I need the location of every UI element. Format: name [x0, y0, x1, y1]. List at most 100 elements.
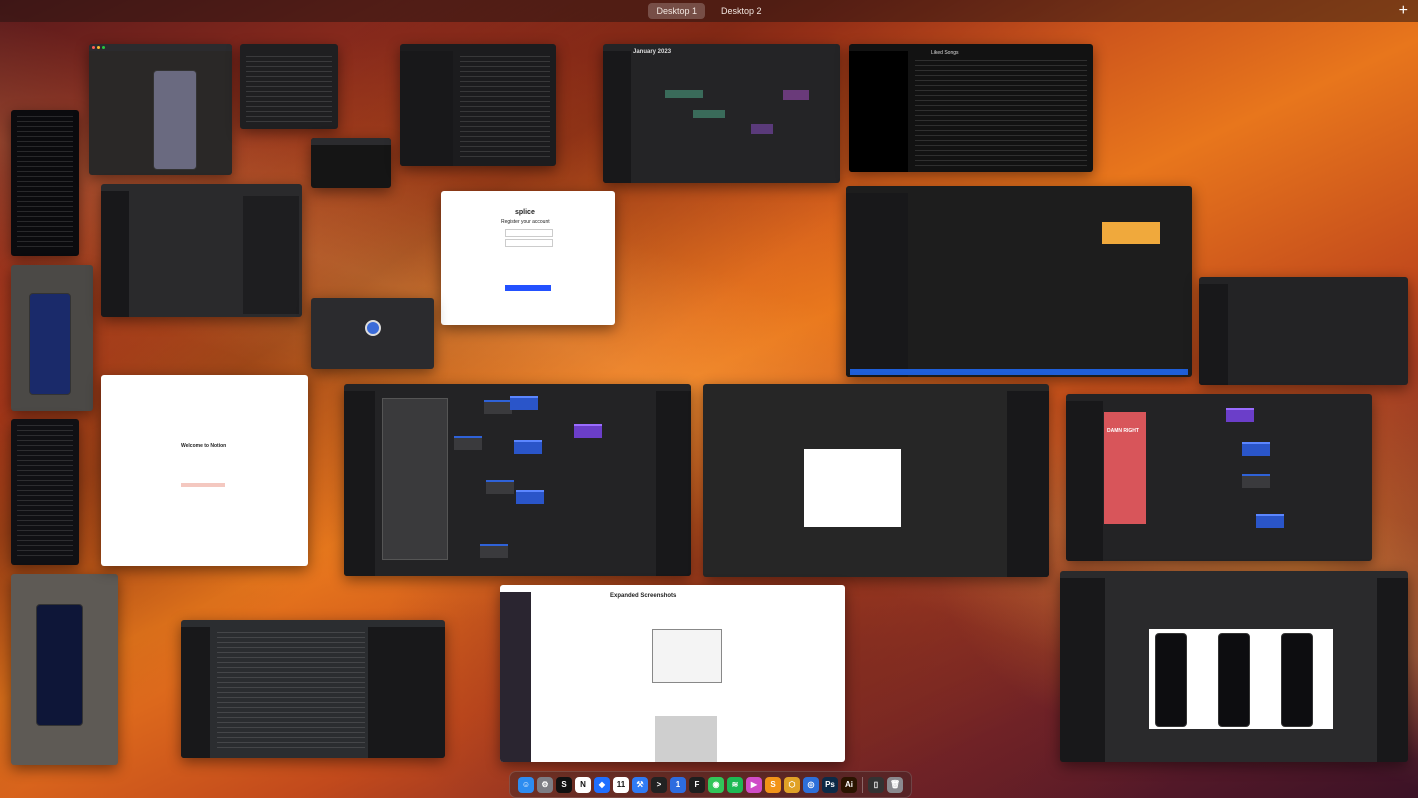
- notion-continue-button[interactable]: [181, 483, 225, 487]
- figma-layers[interactable]: [344, 391, 376, 576]
- screen-mock: [1218, 633, 1250, 727]
- window-quicklook-image[interactable]: [89, 44, 232, 175]
- code-content: [217, 632, 365, 752]
- share-panel: [243, 196, 299, 314]
- space-desktop-2[interactable]: Desktop 2: [713, 3, 770, 19]
- window-figma-design[interactable]: DAMN RIGHT: [1066, 394, 1372, 561]
- splice-email-input[interactable]: [505, 229, 553, 237]
- splice-password-input[interactable]: [505, 239, 553, 247]
- window-photoshop[interactable]: [703, 384, 1049, 577]
- window-terminal-small[interactable]: [311, 138, 391, 188]
- calendar-event[interactable]: [751, 124, 773, 134]
- window-1password-unlock[interactable]: [311, 298, 434, 369]
- adobe-sidebar[interactable]: [846, 193, 909, 377]
- flow-node[interactable]: [1242, 474, 1270, 488]
- calendar-icon[interactable]: 11: [613, 776, 629, 793]
- flow-node[interactable]: [1226, 408, 1254, 422]
- window-splice-login[interactable]: splice Register your account: [441, 191, 615, 325]
- window-figma-prototype[interactable]: [344, 384, 691, 576]
- finder-sidebar[interactable]: [1199, 284, 1229, 385]
- window-messages[interactable]: [400, 44, 556, 166]
- window-phone-screen-1[interactable]: [11, 110, 79, 256]
- embedded-screenshot: [652, 629, 722, 683]
- dock: ☺ ⚙ S N ◆ 11 ⚒ >1 F ◉ ≋ ▶ S ⬡ ◎ Ps Ai ▯ 🗑: [509, 771, 912, 798]
- figma-properties[interactable]: [656, 391, 691, 576]
- calendar-sidebar: [603, 51, 632, 183]
- flow-node[interactable]: [480, 544, 508, 558]
- window-calendar[interactable]: January 2023: [603, 44, 840, 183]
- flow-node[interactable]: [1256, 514, 1284, 528]
- add-space-button[interactable]: +: [1399, 2, 1408, 20]
- dropbox-icon[interactable]: ◆: [594, 776, 610, 793]
- xcode-icon[interactable]: ⚒: [632, 776, 648, 793]
- finder-icon[interactable]: ☺: [518, 776, 534, 793]
- screen-mock: [1155, 633, 1187, 727]
- figma-frame-headline: DAMN RIGHT: [1107, 428, 1139, 434]
- window-titlebar: [311, 138, 391, 145]
- calendar-event[interactable]: [665, 90, 703, 98]
- inspector-panel[interactable]: [368, 627, 445, 758]
- finder-sidebar[interactable]: [101, 191, 130, 317]
- splice-submit-button[interactable]: [505, 285, 551, 291]
- trash-icon[interactable]: 🗑: [887, 776, 903, 793]
- flow-node[interactable]: [484, 400, 512, 414]
- playlist-title: Liked Songs: [931, 50, 959, 56]
- window-phone-video-2[interactable]: [11, 574, 118, 765]
- system-preferences-icon[interactable]: ⚙: [537, 776, 553, 793]
- calendar-month-title: January 2023: [633, 49, 672, 55]
- proxyman-icon[interactable]: ◎: [803, 776, 819, 793]
- figma-layers[interactable]: [1066, 401, 1103, 561]
- window-spotify[interactable]: Liked Songs: [849, 44, 1093, 172]
- flow-node[interactable]: [486, 480, 514, 494]
- window-content: [17, 425, 73, 559]
- figma-properties[interactable]: [1376, 578, 1408, 762]
- window-notion-login[interactable]: Welcome to Notion: [101, 375, 308, 566]
- messages-icon[interactable]: ◉: [708, 776, 724, 793]
- transmit-icon[interactable]: ⬡: [784, 776, 800, 793]
- figma-frame: [382, 398, 448, 560]
- spotify-sidebar[interactable]: [849, 51, 908, 172]
- notion-welcome-title: Welcome to Notion: [181, 443, 227, 449]
- adobe-notice-bar: [850, 369, 1188, 375]
- flow-node[interactable]: [454, 436, 482, 450]
- window-phone-video-1[interactable]: [11, 265, 93, 411]
- document-title: Expanded Screenshots: [610, 593, 677, 599]
- illustrator-icon[interactable]: Ai: [841, 776, 857, 793]
- figma-layers[interactable]: [1060, 578, 1106, 762]
- window-finder-files[interactable]: [1199, 277, 1408, 385]
- window-figma-screens[interactable]: [1060, 571, 1408, 762]
- window-document-editor[interactable]: Expanded Screenshots: [500, 585, 845, 762]
- iphone-mirroring-icon[interactable]: ▯: [868, 776, 884, 793]
- figma-icon[interactable]: F: [689, 776, 705, 793]
- splice-icon[interactable]: S: [556, 776, 572, 793]
- document-sidebar[interactable]: [500, 592, 532, 762]
- 1password-icon[interactable]: 1: [670, 776, 686, 793]
- space-desktop-1[interactable]: Desktop 1: [648, 3, 705, 19]
- embedded-phone-image: [655, 716, 717, 762]
- photoshop-icon[interactable]: Ps: [822, 776, 838, 793]
- screen-recorder-icon[interactable]: ▶: [746, 776, 762, 793]
- flow-node[interactable]: [516, 490, 544, 504]
- photoshop-canvas[interactable]: [804, 449, 901, 527]
- window-notes-small[interactable]: [240, 44, 338, 129]
- window-code-editor[interactable]: [181, 620, 445, 758]
- terminal-icon[interactable]: >: [651, 776, 667, 793]
- dock-separator: [862, 776, 863, 793]
- spotify-icon[interactable]: ≋: [727, 776, 743, 793]
- calendar-event[interactable]: [693, 110, 725, 118]
- flow-node[interactable]: [514, 440, 542, 454]
- conversation-list[interactable]: [400, 51, 454, 166]
- flow-node[interactable]: [574, 424, 602, 438]
- track-list: [915, 60, 1087, 166]
- photoshop-panels[interactable]: [1007, 391, 1049, 577]
- sublime-text-icon[interactable]: S: [765, 776, 781, 793]
- message-thread: [460, 56, 550, 160]
- window-phone-screen-2[interactable]: [11, 419, 79, 565]
- window-finder-airdrop[interactable]: [101, 184, 302, 317]
- flow-node[interactable]: [1242, 442, 1270, 456]
- project-tree[interactable]: [181, 627, 211, 758]
- flow-node[interactable]: [510, 396, 538, 410]
- notion-icon[interactable]: N: [575, 776, 591, 793]
- calendar-event[interactable]: [783, 90, 809, 100]
- window-adobe-home[interactable]: [846, 186, 1192, 377]
